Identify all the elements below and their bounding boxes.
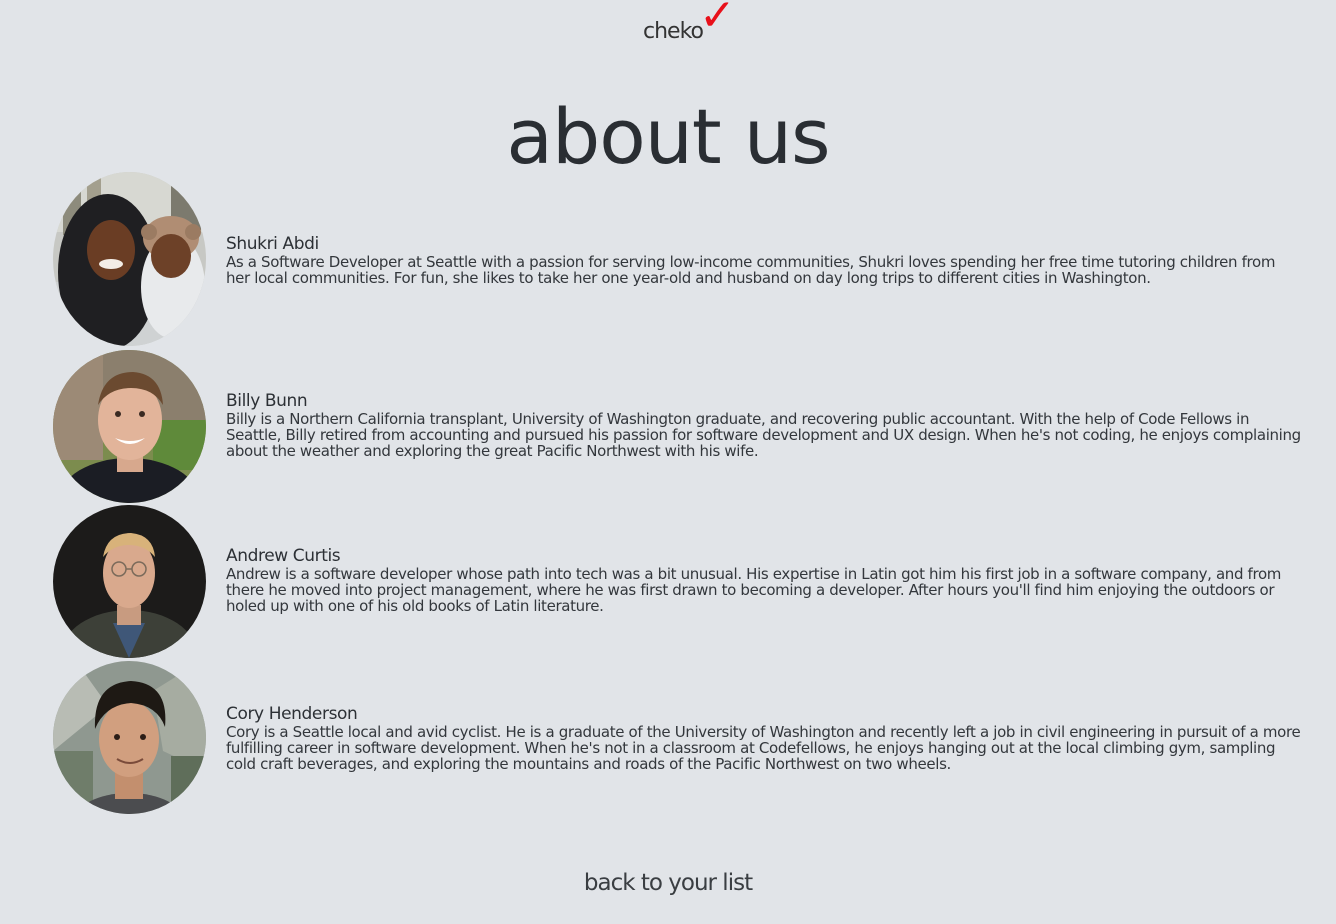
member-info: Andrew Curtis Andrew is a software devel…	[226, 546, 1301, 614]
member-photo-shukri	[53, 172, 206, 346]
member-bio: Cory is a Seattle local and avid cyclist…	[226, 723, 1301, 773]
woman-in-hijab-with-baby-photo	[53, 172, 206, 346]
team-member: Cory Henderson Cory is a Seattle local a…	[53, 661, 1303, 817]
cheko-logo[interactable]: cheko ✓	[643, 0, 743, 48]
man-in-mountains-photo	[53, 661, 206, 814]
member-name: Cory Henderson	[226, 704, 358, 724]
member-bio: Andrew is a software developer whose pat…	[226, 565, 1282, 615]
member-name: Shukri Abdi	[226, 234, 319, 254]
team-member: Billy Bunn Billy is a Northern Californi…	[53, 350, 1303, 506]
checkmark-icon: ✓	[699, 0, 736, 41]
man-with-glasses-dark-background-photo	[53, 505, 206, 658]
member-info: Cory Henderson Cory is a Seattle local a…	[226, 704, 1301, 772]
member-photo-andrew	[53, 505, 206, 658]
member-bio: As a Software Developer at Seattle with …	[226, 253, 1276, 287]
team-member: Andrew Curtis Andrew is a software devel…	[53, 505, 1303, 661]
page-title: about us	[506, 92, 830, 181]
member-name: Billy Bunn	[226, 391, 308, 411]
member-info: Shukri Abdi As a Software Developer at S…	[226, 234, 1301, 286]
logo-text: cheko	[643, 19, 704, 44]
member-info: Billy Bunn Billy is a Northern Californi…	[226, 391, 1301, 459]
team-member: Shukri Abdi As a Software Developer at S…	[53, 172, 1303, 346]
back-to-list-link[interactable]: back to your list	[0, 870, 1336, 896]
member-photo-billy	[53, 350, 206, 503]
member-photo-cory	[53, 661, 206, 814]
member-bio: Billy is a Northern California transplan…	[226, 410, 1301, 460]
member-name: Andrew Curtis	[226, 546, 341, 566]
smiling-man-outdoors-photo	[53, 350, 206, 503]
